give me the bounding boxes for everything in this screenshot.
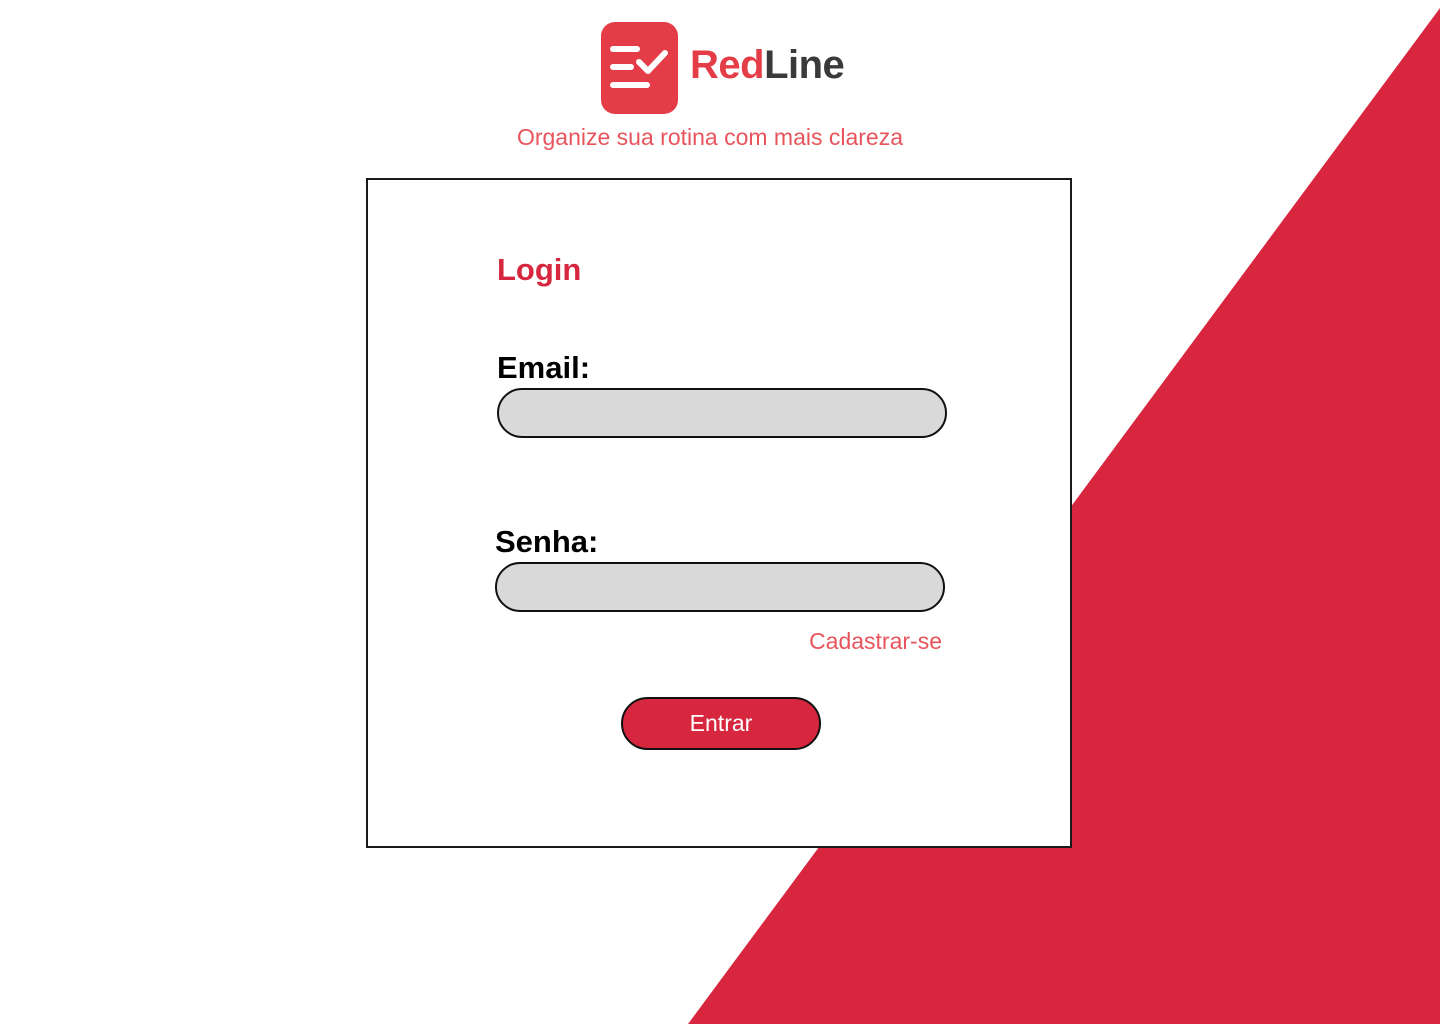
password-field[interactable] xyxy=(495,562,945,612)
login-page: RedLine Organize sua rotina com mais cla… xyxy=(0,0,1440,1024)
tagline: Organize sua rotina com mais clareza xyxy=(516,124,904,150)
login-title: Login xyxy=(497,252,582,287)
brand: RedLine xyxy=(601,22,845,114)
brand-name: RedLine xyxy=(690,43,845,87)
login-button[interactable]: Entrar xyxy=(621,697,821,750)
email-field[interactable] xyxy=(497,388,947,438)
checklist-icon xyxy=(601,22,678,114)
signup-link[interactable]: Cadastrar-se xyxy=(809,628,942,655)
email-label: Email: xyxy=(497,350,591,385)
login-card: Login Email: Senha: Cadastrar-se Entrar xyxy=(366,178,1072,848)
password-label: Senha: xyxy=(495,524,599,559)
brand-name-red: Red xyxy=(690,43,765,87)
brand-name-dark: Line xyxy=(764,43,845,87)
